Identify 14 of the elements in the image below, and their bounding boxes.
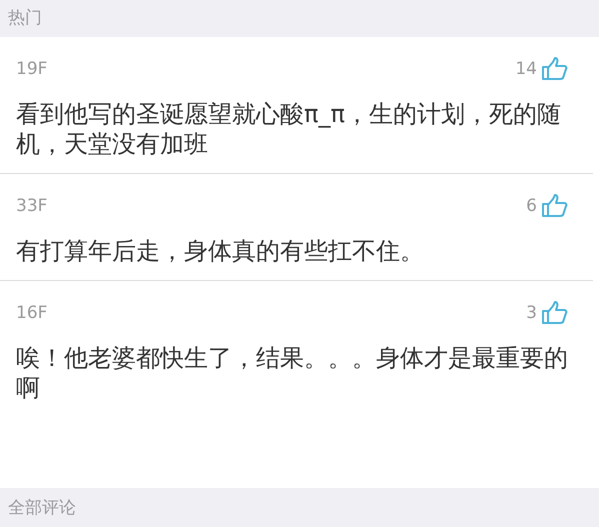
comment-text: 唉！他老婆都快生了，结果。。。身体才是最重要的啊 — [16, 343, 569, 403]
like-button[interactable]: 3 — [526, 301, 569, 325]
floor-number: 16F — [16, 303, 48, 323]
like-button[interactable]: 14 — [515, 57, 569, 81]
thumbs-up-icon — [541, 57, 569, 81]
section-title: 热门 — [8, 8, 42, 28]
floor-number: 33F — [16, 196, 48, 216]
comment-text: 有打算年后走，身体真的有些扛不住。 — [16, 236, 425, 266]
floor-number: 19F — [16, 59, 48, 79]
thumbs-up-icon — [541, 194, 569, 218]
comment-text: 看到他写的圣诞愿望就心酸π_π，生的计划，死的随机，天堂没有加班 — [16, 99, 562, 159]
section-title: 全部评论 — [8, 498, 76, 518]
thumbs-up-icon — [541, 301, 569, 325]
like-button[interactable]: 6 — [526, 194, 569, 218]
